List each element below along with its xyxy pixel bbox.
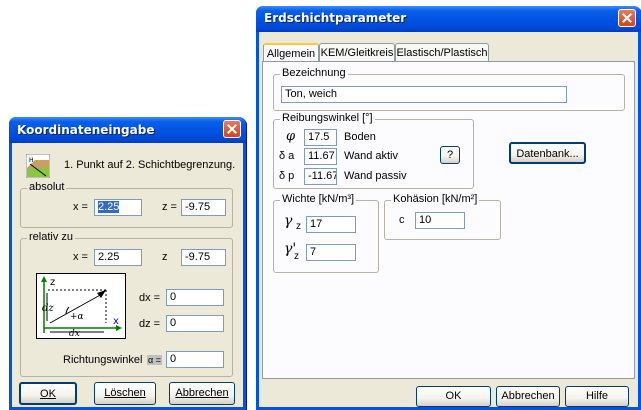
tab-elastisch-plastisch[interactable]: Elastisch/Plastisch — [395, 43, 489, 62]
koordinaten-titlebar[interactable]: Koordinateneingabe — [9, 117, 246, 143]
abs-z-label: z = — [162, 201, 177, 213]
koord-loeschen-button[interactable]: Löschen — [94, 382, 156, 405]
koord-ok-button[interactable]: OK — [19, 382, 77, 405]
rel-x-label: x = — [73, 251, 88, 263]
koord-abbrechen-label: Abbrechen — [175, 387, 229, 399]
delta-p-input[interactable]: -11.67 — [304, 168, 337, 185]
kohaesion-group: Kohäsion [kN/m²] c 10 — [384, 193, 501, 240]
diagram-z-label: z — [50, 277, 55, 288]
diagram-dz-label: dz — [42, 303, 54, 314]
reibungswinkel-group: Reibungswinkel [°] φ 17.5 Boden δ a 11.6… — [273, 112, 474, 189]
kohaesion-legend: Kohäsion [kN/m²] — [391, 193, 480, 205]
koordinaten-title: Koordinateneingabe — [17, 123, 155, 137]
svg-text:H: H — [29, 157, 34, 164]
diagram-dx-label: dx — [69, 329, 80, 339]
phi-symbol: φ — [286, 129, 296, 144]
tab-allgemein-label: Allgemein — [266, 48, 316, 60]
tab-kem-label: KEM/Gleitkreis — [320, 47, 394, 59]
abs-x-label: x = — [73, 201, 88, 213]
absolut-group: absolut x = 2.25 z = -9.75 — [20, 181, 233, 228]
close-icon[interactable] — [223, 120, 241, 138]
rel-z-input[interactable]: -9.75 — [181, 249, 226, 266]
bezeichnung-legend: Bezeichnung — [280, 67, 348, 79]
alpha-label: α = — [147, 355, 162, 365]
wichte-group: Wichte [kN/m³] γ z 17 γ' z 7 — [273, 193, 379, 273]
instruction-text: 1. Punkt auf 2. Schichtbegrenzung. — [64, 159, 236, 171]
help-button[interactable]: ? — [440, 146, 460, 164]
richtungswinkel-label: Richtungswinkel — [63, 354, 143, 366]
dz-label: dz = — [139, 318, 161, 330]
datenbank-button[interactable]: Datenbank... — [509, 142, 586, 164]
gamma-z-input[interactable]: 17 — [306, 216, 356, 233]
tab-panel-allgemein: Bezeichnung Ton, weich Reibungswinkel [°… — [262, 61, 635, 379]
delta-a-input[interactable]: 11.67 — [304, 148, 337, 165]
reibungswinkel-legend: Reibungswinkel [°] — [280, 112, 375, 124]
gamma-z-sub: z — [296, 221, 301, 232]
koord-abbrechen-button[interactable]: Abbrechen — [169, 382, 235, 405]
delta-p-label: Wand passiv — [344, 170, 407, 182]
relativ-legend: relativ zu — [27, 231, 76, 243]
gamma-z-prime-sub: z — [294, 251, 299, 262]
tab-kem-gleitkreis[interactable]: KEM/Gleitkreis — [319, 43, 395, 62]
delta-p-symbol: δ p — [279, 170, 295, 182]
tab-elastisch-label: Elastisch/Plastisch — [396, 47, 488, 59]
bezeichnung-input[interactable]: Ton, weich — [281, 86, 567, 103]
abs-x-value: 2.25 — [98, 201, 120, 213]
phi-input[interactable]: 17.5 — [304, 129, 337, 146]
rel-z-label: z — [162, 251, 168, 263]
coordinate-diagram: z x dz dx +α — [36, 273, 126, 339]
gamma-z-prime-input[interactable]: 7 — [306, 244, 356, 261]
erdschicht-titlebar[interactable]: Erdschichtparameter — [256, 6, 641, 32]
erd-ok-button[interactable]: OK — [416, 386, 491, 407]
abs-z-input[interactable]: -9.75 — [181, 199, 226, 216]
wichte-legend: Wichte [kN/m³] — [280, 193, 357, 205]
richtungswinkel-input[interactable]: 0 — [166, 351, 224, 368]
relativ-group: relativ zu x = 2.25 z -9.75 z x dz dx +α… — [20, 231, 233, 377]
erd-abbrechen-button[interactable]: Abbrechen — [496, 386, 560, 407]
erdschicht-title: Erdschichtparameter — [264, 11, 407, 25]
delta-a-symbol: δ a — [279, 150, 295, 162]
phi-label: Boden — [344, 131, 376, 143]
diagram-x-label: x — [113, 316, 119, 327]
koordinaten-client: H 1. Punkt auf 2. Schichtbegrenzung. abs… — [12, 143, 243, 407]
erdschicht-client: Allgemein KEM/Gleitkreis Elastisch/Plast… — [259, 32, 638, 407]
dx-label: dx = — [139, 292, 161, 304]
diagram-alpha-label: +α — [70, 312, 84, 322]
koord-ok-label: OK — [40, 388, 56, 400]
dz-input[interactable]: 0 — [166, 315, 224, 332]
erdschicht-window: Erdschichtparameter Allgemein KEM/Gleitk… — [256, 6, 641, 410]
erd-hilfe-button[interactable]: Hilfe — [565, 386, 629, 407]
koord-loeschen-label: Löschen — [104, 387, 146, 399]
delta-a-label: Wand aktiv — [344, 150, 399, 162]
rel-x-input[interactable]: 2.25 — [94, 249, 142, 266]
absolut-legend: absolut — [27, 181, 67, 193]
close-icon[interactable] — [618, 9, 636, 27]
c-label: c — [399, 214, 405, 226]
abs-x-input[interactable]: 2.25 — [94, 199, 142, 216]
koordinaten-window: Koordinateneingabe H 1. Punkt auf 2. Sch… — [9, 117, 246, 410]
dx-input[interactable]: 0 — [166, 289, 224, 306]
c-input[interactable]: 10 — [415, 212, 465, 229]
bezeichnung-group: Bezeichnung Ton, weich — [273, 67, 625, 111]
soil-layer-icon: H — [26, 154, 50, 178]
gamma-z-symbol: γ — [284, 213, 293, 229]
